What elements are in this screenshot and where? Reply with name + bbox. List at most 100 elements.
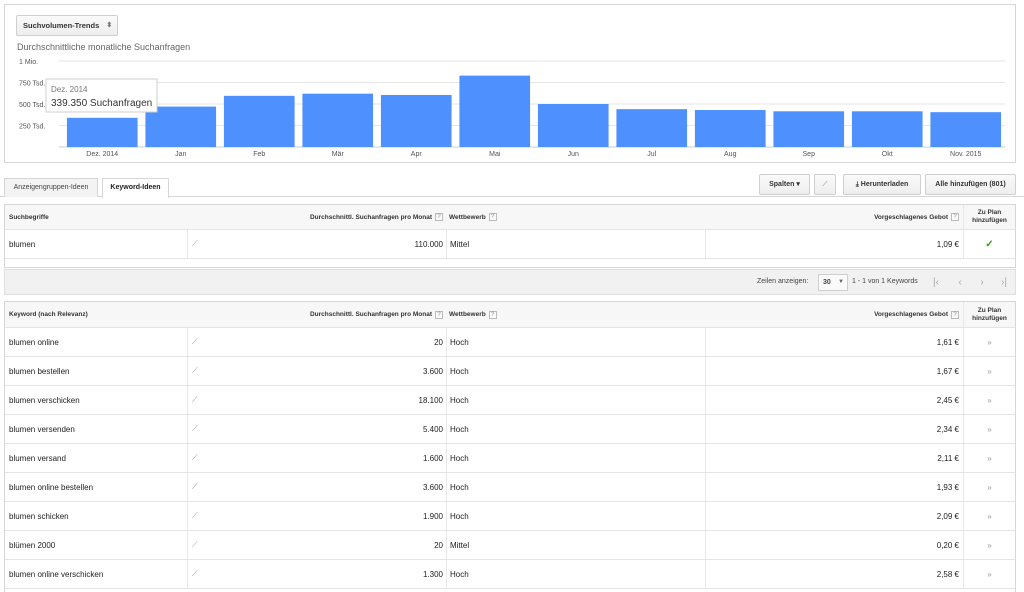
add-to-plan-icon[interactable]: » [963, 357, 1015, 385]
tab-ad-group-ideas[interactable]: Anzeigengruppen-Ideen [4, 178, 98, 197]
first-page-icon[interactable]: |‹ [927, 275, 945, 291]
trend-icon[interactable]: ⟋ [187, 415, 265, 443]
x-tick-label: Jun [568, 151, 579, 158]
volume-cell: 20 [434, 540, 443, 550]
competition-cell: Hoch [446, 473, 704, 501]
add-to-plan-icon[interactable]: » [963, 560, 1015, 588]
competition-cell: Hoch [446, 357, 704, 385]
tab-keyword-ideas[interactable]: Keyword-Ideen [102, 178, 169, 198]
y-tick-label: 750 Tsd. [19, 81, 45, 88]
bid-cell: 1,67 € [705, 357, 962, 385]
help-icon[interactable]: ? [435, 310, 443, 319]
prev-page-icon[interactable]: ‹ [951, 275, 969, 291]
add-to-plan-icon[interactable]: » [963, 444, 1015, 472]
volume-cell: 20 [434, 337, 443, 347]
bar [302, 93, 374, 147]
header-bid[interactable]: Vorgeschlagenes Gebot? [705, 302, 962, 327]
y-tick-label: 500 Tsd. [19, 102, 45, 109]
added-check-icon[interactable]: ✓ [963, 230, 1015, 258]
bar [145, 106, 217, 147]
x-tick-label: Mär [332, 151, 345, 158]
header-volume[interactable]: Durchschnittl. Suchanfragen pro Monat? [265, 302, 445, 327]
chart-toggle-button[interactable]: ⟋ [814, 174, 836, 195]
next-page-icon[interactable]: › [973, 275, 991, 291]
header-add-to-plan: Zu Plan hinzufügen [963, 205, 1015, 229]
volume-cell: 1.900 [422, 511, 443, 521]
add-to-plan-icon[interactable]: » [963, 531, 1015, 559]
header-keyword[interactable]: Keyword (nach Relevanz) [9, 302, 185, 327]
x-tick-label: Sep [803, 151, 816, 158]
header-volume-label: Durchschnittl. Suchanfragen pro Monat [309, 213, 432, 221]
trend-chart-panel: Suchvolumen-Trends ⬍ Durchschnittliche m… [4, 4, 1016, 163]
page-range-text: 1 - 1 von 1 Keywords [852, 278, 918, 285]
table-header-row: Suchbegriffe Durchschnittl. Suchanfragen… [5, 205, 1015, 230]
volume-cell: 1.300 [422, 569, 443, 579]
add-to-plan-icon[interactable]: » [963, 502, 1015, 530]
competition-cell: Hoch [446, 328, 704, 356]
download-button[interactable]: ⤓ Herunterladen [843, 174, 921, 195]
last-page-icon[interactable]: ›| [995, 275, 1013, 291]
table-header-row: Keyword (nach Relevanz) Durchschnittl. S… [5, 302, 1015, 328]
header-competition[interactable]: Wettbewerb? [446, 205, 704, 229]
trend-icon[interactable]: ⟋ [187, 531, 265, 559]
trend-icon[interactable]: ⟋ [187, 230, 265, 258]
download-label: Herunterladen [860, 181, 909, 188]
header-bid-label: Vorgeschlagenes Gebot [874, 311, 948, 318]
header-keyword[interactable]: Suchbegriffe [9, 205, 185, 229]
columns-button[interactable]: Spalten ▾ [759, 174, 810, 195]
table-row: blumen online ⟋ 20 Hoch 1,61 €» [5, 328, 1015, 357]
keyword-cell: blumen verschicken [9, 395, 80, 405]
trend-icon[interactable]: ⟋ [187, 473, 265, 501]
trend-icon[interactable]: ⟋ [187, 560, 265, 588]
add-all-button[interactable]: Alle hinzufügen (801) [925, 174, 1016, 195]
bid-cell: 2,45 € [705, 386, 962, 414]
x-tick-label: Jul [647, 151, 656, 158]
help-icon[interactable]: ? [488, 310, 497, 319]
tooltip-value: 339.350 Suchanfragen [51, 98, 152, 109]
bar [223, 95, 295, 147]
bar [459, 75, 531, 147]
keyword-cell: blumen versenden [9, 424, 75, 434]
bid-cell: 2,58 € [705, 560, 962, 588]
keyword-cell: blumen online [9, 337, 59, 347]
bar [773, 111, 845, 147]
header-competition[interactable]: Wettbewerb? [446, 302, 704, 327]
x-tick-label: Mai [489, 151, 501, 158]
line-chart-icon: ⟋ [822, 181, 828, 188]
add-to-plan-icon[interactable]: » [963, 386, 1015, 414]
trend-icon[interactable]: ⟋ [187, 328, 265, 356]
trend-icon[interactable]: ⟋ [187, 502, 265, 530]
keyword-cell: blumen [9, 239, 36, 249]
trend-icon[interactable]: ⟋ [187, 444, 265, 472]
help-icon[interactable]: ? [951, 213, 959, 221]
keyword-cell: blumen bestellen [9, 366, 70, 376]
caret-down-icon: ▼ [838, 279, 844, 285]
header-volume[interactable]: Durchschnittl. Suchanfragen pro Monat? [265, 205, 445, 229]
table-row: blumen ⟋ 110.000 Mittel 1,09 € ✓ [5, 230, 1015, 259]
help-icon[interactable]: ? [951, 310, 959, 319]
rows-per-page-select[interactable]: 30 ▼ [818, 274, 848, 291]
x-tick-label: Apr [411, 151, 423, 158]
caret-down-icon: ▾ [796, 181, 800, 188]
bar [66, 117, 138, 147]
keyword-cell: blumen schicken [9, 511, 69, 521]
header-bid[interactable]: Vorgeschlagenes Gebot? [705, 205, 962, 229]
add-to-plan-icon[interactable]: » [963, 328, 1015, 356]
add-to-plan-icon[interactable]: » [963, 415, 1015, 443]
volume-cell: 5.400 [422, 424, 443, 434]
bid-cell: 2,34 € [705, 415, 962, 443]
table-row: blumen bestellen ⟋ 3.600 Hoch 1,67 €» [5, 357, 1015, 386]
add-to-plan-icon[interactable]: » [963, 473, 1015, 501]
help-icon[interactable]: ? [435, 213, 443, 221]
competition-cell: Hoch [446, 444, 704, 472]
trend-icon[interactable]: ⟋ [187, 357, 265, 385]
volume-cell: 18.100 [418, 395, 443, 405]
header-bid-label: Vorgeschlagenes Gebot [874, 213, 948, 221]
trend-icon[interactable]: ⟋ [187, 386, 265, 414]
competition-cell: Hoch [446, 502, 704, 530]
table-row: blümen 2000 ⟋ 20 Mittel 0,20 €» [5, 531, 1015, 560]
bar [851, 111, 923, 147]
help-icon[interactable]: ? [488, 213, 497, 221]
header-competition-label: Wettbewerb [449, 311, 486, 318]
keyword-cell: blümen 2000 [9, 540, 56, 550]
